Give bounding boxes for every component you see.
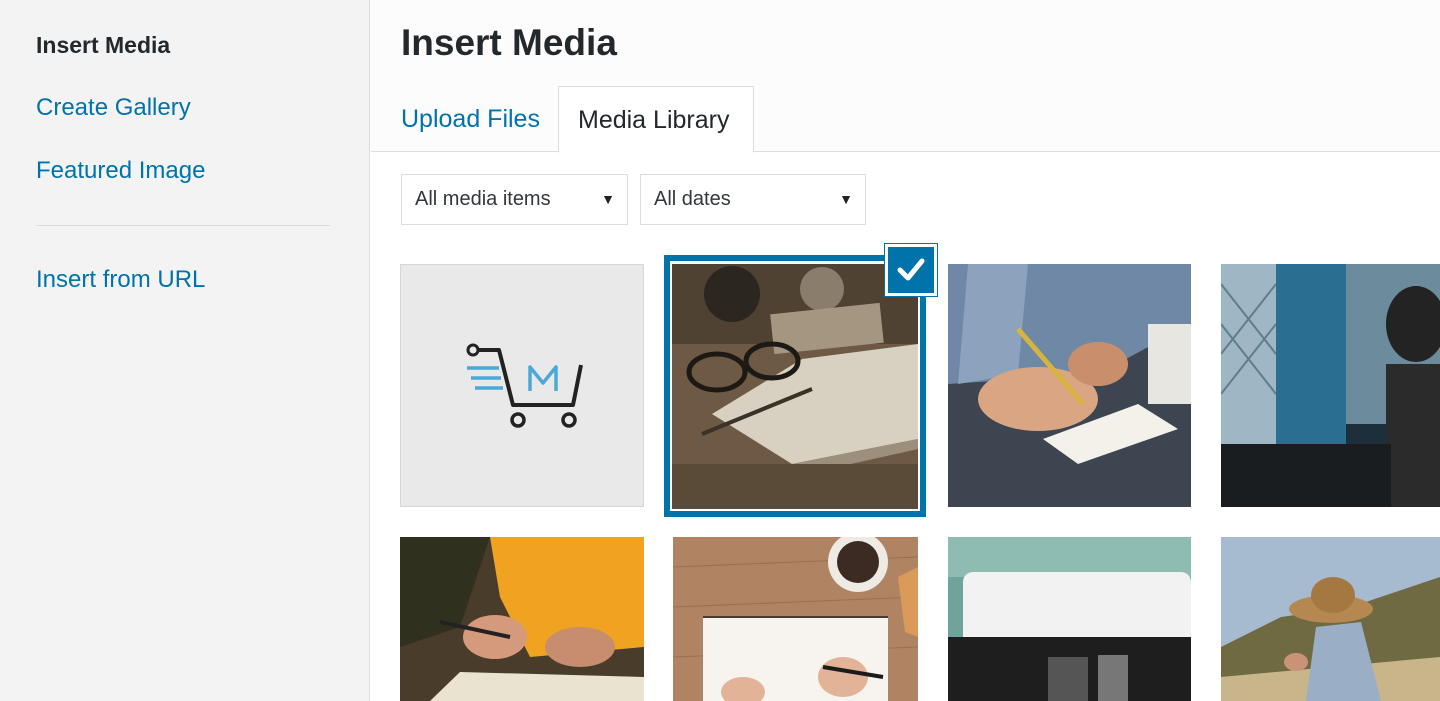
modal-header: Insert Media Upload Files Media Library	[371, 0, 1440, 153]
notebook-coffee-photo	[673, 537, 918, 701]
hand-writing-photo	[948, 264, 1191, 507]
media-item-notebook-glasses[interactable]	[672, 264, 918, 509]
media-item-yellow-sleeve[interactable]	[400, 537, 644, 701]
media-item-cart-logo[interactable]	[400, 264, 644, 507]
menu-separator	[36, 225, 330, 226]
page-title: Insert Media	[401, 22, 617, 63]
tab-upload-files[interactable]: Upload Files	[401, 86, 540, 153]
media-item-notebook-coffee[interactable]	[673, 537, 918, 701]
media-modal-sidebar: Insert Media Create Gallery Featured Ima…	[0, 0, 370, 701]
shopping-cart-logo-icon	[466, 343, 583, 428]
menu-item-insert-media[interactable]: Insert Media	[36, 32, 170, 59]
media-type-filter-value: All media items	[415, 188, 551, 210]
hat-person-photo	[1221, 537, 1440, 701]
selected-checkmark-button[interactable]	[885, 244, 937, 296]
tab-media-library[interactable]: Media Library	[558, 86, 754, 153]
media-type-filter[interactable]: All media items ▼	[401, 174, 628, 225]
media-item-hat-person[interactable]	[1221, 537, 1440, 701]
media-modal-content: Insert Media Upload Files Media Library …	[371, 0, 1440, 701]
media-item-woman-window[interactable]	[1221, 264, 1440, 507]
media-item-hand-writing[interactable]	[948, 264, 1191, 507]
menu-item-insert-from-url[interactable]: Insert from URL	[36, 266, 205, 294]
chevron-down-icon: ▼	[601, 191, 615, 207]
menu-item-create-gallery[interactable]: Create Gallery	[36, 94, 191, 122]
menu-item-featured-image[interactable]: Featured Image	[36, 157, 205, 185]
checkmark-icon	[897, 258, 925, 281]
typewriter-photo	[948, 537, 1191, 701]
date-filter[interactable]: All dates ▼	[640, 174, 866, 225]
media-item-typewriter[interactable]	[948, 537, 1191, 701]
woman-window-photo	[1221, 264, 1440, 507]
date-filter-value: All dates	[654, 188, 731, 210]
notebook-glasses-photo	[672, 264, 918, 509]
yellow-sleeve-book-photo	[400, 537, 644, 701]
chevron-down-icon: ▼	[839, 191, 853, 207]
